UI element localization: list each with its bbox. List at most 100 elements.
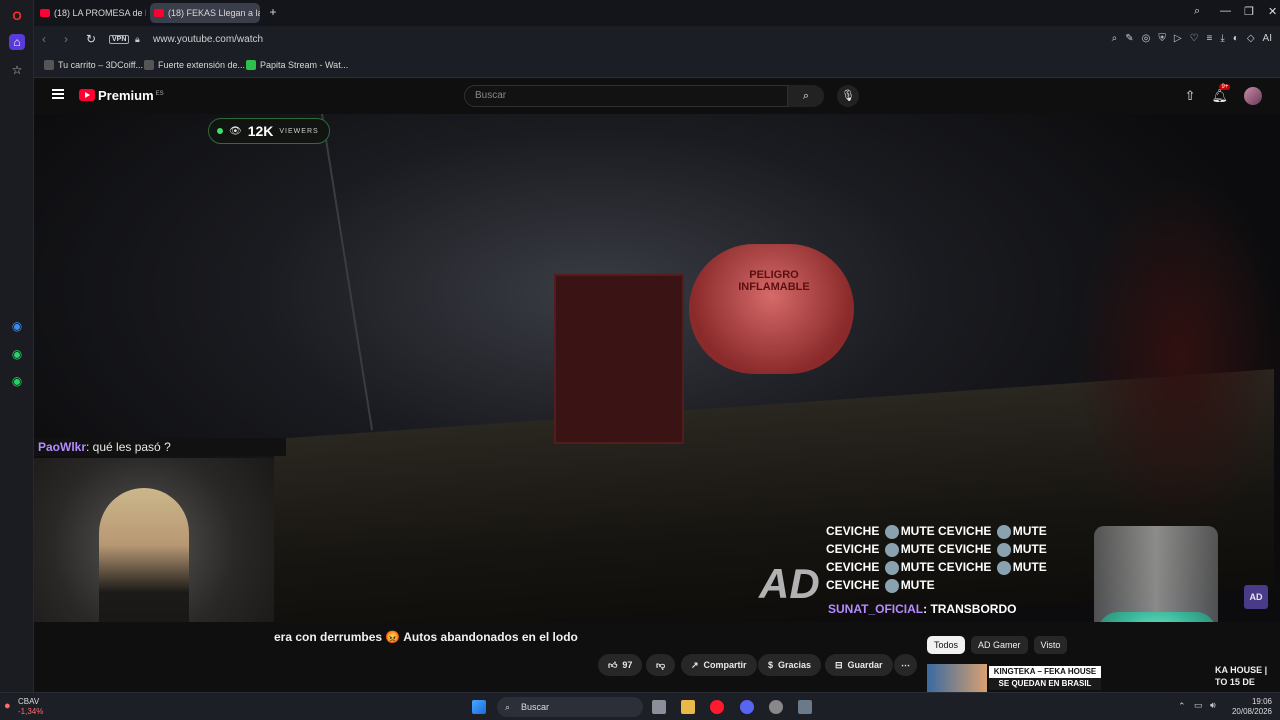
profile-icon[interactable]: ◐ xyxy=(1233,33,1239,44)
windows-start-icon[interactable] xyxy=(472,700,486,714)
bookmark-item[interactable]: Tu carrito – 3DCoiff... xyxy=(44,60,143,70)
viewers-label: VIEWERS xyxy=(279,127,319,135)
url-field[interactable]: www.youtube.com/watch xyxy=(153,34,263,45)
task-view-icon[interactable] xyxy=(652,700,666,714)
edit-icon[interactable]: ✎ xyxy=(1125,33,1133,44)
banner-top-text: KINGTEKA – FEKA HOUSE xyxy=(993,667,1097,676)
discord-icon[interactable] xyxy=(740,700,754,714)
cube-icon[interactable]: ◇ xyxy=(1247,33,1255,44)
file-explorer-icon[interactable] xyxy=(681,700,695,714)
video-title: era con derrumbes 😡 Autos abandonados en… xyxy=(274,630,578,644)
bookmark-item[interactable]: Papita Stream - Wat... xyxy=(246,60,348,70)
lock-icon[interactable]: 🔒︎ xyxy=(135,34,140,45)
forward-icon[interactable]: › xyxy=(64,32,68,46)
chrome-icon[interactable] xyxy=(769,700,783,714)
search-input[interactable]: Buscar xyxy=(464,85,788,107)
thumbs-down-icon: 👎︎ xyxy=(656,660,666,670)
spam-line: CEVICHE MUTE CEVICHE MUTE xyxy=(826,522,1056,540)
glass-overlay xyxy=(1094,526,1218,622)
video-red-glow xyxy=(1074,174,1280,534)
search-icon[interactable]: ⌕ xyxy=(1112,33,1118,44)
notifications-icon[interactable]: 🔔︎ 9+ xyxy=(1211,84,1231,104)
emote-icon xyxy=(884,578,899,593)
spam-line: CEVICHE MUTE CEVICHE MUTE xyxy=(826,558,1056,576)
chat-overlay-message: PaoWlkr: qué les pasó ? xyxy=(34,438,286,456)
heart-icon[interactable]: ♡ xyxy=(1190,33,1199,44)
save-label: Guardar xyxy=(847,660,883,670)
clock[interactable]: 19:06 20/08/2026 xyxy=(1232,697,1272,717)
spam-text: MUTE xyxy=(900,578,935,592)
bookmark-favicon-icon xyxy=(44,60,54,70)
like-button[interactable]: 👍︎ 97 xyxy=(598,654,643,676)
youtube-logo-icon[interactable] xyxy=(79,89,95,101)
play-icon[interactable]: ▷ xyxy=(1174,33,1182,44)
clock-date: 20/08/2026 xyxy=(1231,707,1272,716)
spam-text: CEVICHE xyxy=(826,542,880,556)
spam-text: CEVICHE xyxy=(826,578,880,592)
bookmark-item[interactable]: Fuerte extensión de... xyxy=(144,60,245,70)
emote-icon xyxy=(884,560,899,575)
ai-button[interactable]: AI xyxy=(1263,33,1272,44)
dislike-button[interactable]: 👎︎ xyxy=(646,654,676,676)
tab-title: (18) FEKAS Llegan a la xyxy=(168,8,260,18)
home-icon[interactable]: ⌂ xyxy=(9,34,25,50)
share-button[interactable]: ↗ Compartir xyxy=(681,654,757,676)
new-tab-button[interactable]: + xyxy=(266,5,280,19)
youtube-premium-logo[interactable]: Premium ES xyxy=(98,88,164,103)
youtube-header: Premium ES Buscar ⌕ 🎙︎ ⇧ 🔔︎ 9+ xyxy=(34,78,1280,114)
spotify-icon[interactable]: ◉ xyxy=(9,373,25,389)
tab-fekas[interactable]: (18) FEKAS Llegan a la xyxy=(150,3,260,23)
messenger-icon[interactable]: ◉ xyxy=(9,318,25,334)
search-button[interactable]: ⌕ xyxy=(788,85,824,107)
save-button[interactable]: ⊟ Guardar xyxy=(825,654,893,676)
bookmarks-bar: Tu carrito – 3DCoiff... Fuerte extensión… xyxy=(34,54,1280,78)
shield-icon[interactable]: ⛨ xyxy=(1158,33,1166,44)
recommended-video[interactable]: KINGTEKA – FEKA HOUSE SE QUEDAN EN BRASI… xyxy=(927,664,1280,692)
video-player[interactable]: PELIGRO INFLAMABLE 👁︎ 12K VIEWERS PaoWlk… xyxy=(34,114,1280,622)
vpn-badge[interactable]: VPN xyxy=(109,35,130,44)
back-icon[interactable]: ‹ xyxy=(42,32,46,46)
spam-line: CEVICHE MUTE CEVICHE MUTE xyxy=(826,540,1056,558)
maximize-icon[interactable]: ❐ xyxy=(1244,5,1254,18)
webcam-overlay xyxy=(34,458,274,622)
chat-overlay-sunat: SUNAT_OFICIAL: TRANSBORDO xyxy=(828,602,1016,616)
opera-logo-icon[interactable]: O xyxy=(9,8,25,24)
camera-icon[interactable]: ◎ xyxy=(1142,33,1151,44)
search-icon: ⌕ xyxy=(505,702,511,712)
menu-icon[interactable]: ≡ xyxy=(1207,33,1213,44)
chip-ad-gamer[interactable]: AD Gamer xyxy=(971,636,1028,654)
voice-search-button[interactable]: 🎙︎ xyxy=(837,85,859,107)
recommendation-chips: Todos AD Gamer Visto xyxy=(927,636,1068,654)
minimize-icon[interactable]: — xyxy=(1220,5,1231,17)
settings-icon[interactable] xyxy=(798,700,812,714)
opera-taskbar-icon[interactable] xyxy=(710,700,724,714)
more-actions-button[interactable]: ⋯ xyxy=(894,654,917,676)
network-icon[interactable]: ▭ xyxy=(1194,700,1203,711)
close-icon[interactable]: ✕ xyxy=(1268,5,1277,18)
chip-visto[interactable]: Visto xyxy=(1033,636,1068,654)
reload-icon[interactable]: ↻ xyxy=(86,32,96,46)
thanks-button[interactable]: $ Gracias xyxy=(758,654,822,676)
chevron-up-icon[interactable]: ⌃ xyxy=(1178,701,1186,712)
hamburger-menu-icon[interactable] xyxy=(52,89,64,99)
chip-todos[interactable]: Todos xyxy=(927,636,966,654)
volume-icon[interactable]: 🔊︎ xyxy=(1210,700,1216,711)
bookmark-label: Tu carrito – 3DCoiff... xyxy=(58,60,144,70)
spam-text: CEVICHE xyxy=(826,560,880,574)
tab-la-promesa[interactable]: (18) LA PROMESA de King xyxy=(36,3,146,23)
search-tabs-icon[interactable]: ⌕ xyxy=(1194,5,1200,18)
whatsapp-icon[interactable]: ◉ xyxy=(9,346,25,362)
stock-widget[interactable]: CBAV -1,34% xyxy=(18,697,43,717)
opera-sidebar: O ⌂ ☆ ◉ ◉ ◉ xyxy=(0,0,34,692)
youtube-favicon-icon xyxy=(154,9,164,17)
thanks-label: Gracias xyxy=(778,660,812,670)
upload-icon[interactable]: ⇧ xyxy=(1185,88,1196,104)
channel-watermark[interactable]: AD xyxy=(1244,585,1268,609)
thumbs-up-icon: 👍︎ xyxy=(608,660,618,670)
streamer-figure xyxy=(99,488,189,622)
taskbar-search[interactable]: ⌕ Buscar xyxy=(497,697,643,717)
download-icon[interactable]: ⤓ xyxy=(1220,33,1224,44)
avatar[interactable] xyxy=(1244,87,1262,105)
chat-username: SUNAT_OFICIAL xyxy=(828,602,924,616)
star-icon[interactable]: ☆ xyxy=(9,62,25,78)
